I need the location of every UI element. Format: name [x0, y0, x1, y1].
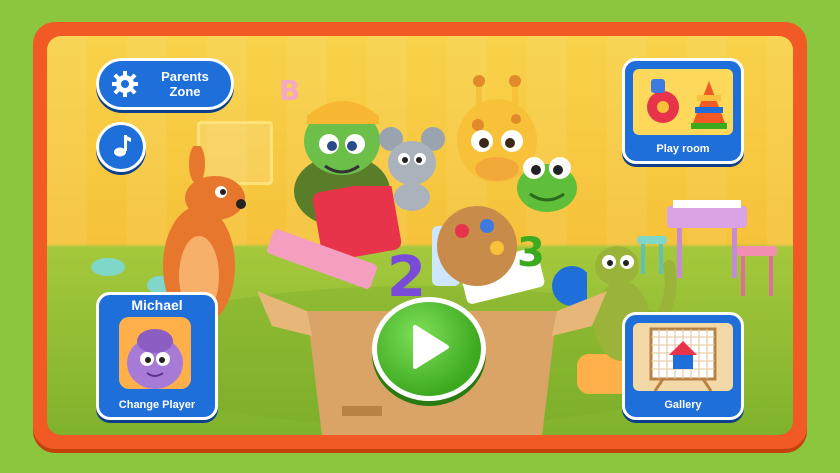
parents-zone-label-line2: Zone	[169, 84, 201, 99]
parents-zone-label: Parents Zone	[139, 69, 231, 99]
parents-zone-label-line1: Parents	[161, 69, 209, 84]
gear-icon	[111, 70, 139, 98]
play-room-button[interactable]: Play room	[622, 58, 744, 164]
gallery-button[interactable]: Gallery	[622, 312, 744, 420]
music-note-icon	[110, 133, 132, 161]
play-icon	[407, 323, 451, 375]
gallery-thumbnail	[633, 323, 733, 391]
easel-icon	[649, 327, 717, 391]
player-avatar	[119, 317, 191, 389]
teal-cushion	[91, 258, 125, 276]
monster-avatar-icon	[127, 329, 183, 389]
play-room-thumbnail	[633, 69, 733, 135]
music-button[interactable]	[96, 122, 146, 172]
gallery-label: Gallery	[664, 399, 702, 411]
change-player-label: Change Player	[118, 399, 196, 411]
play-room-label: Play room	[656, 143, 710, 155]
stacking-toy-icon	[647, 79, 727, 129]
parents-zone-button[interactable]: Parents Zone	[96, 58, 234, 110]
play-button[interactable]	[372, 297, 486, 401]
player-name: Michael	[131, 297, 183, 313]
change-player-button[interactable]: Michael Change Player	[96, 292, 218, 420]
